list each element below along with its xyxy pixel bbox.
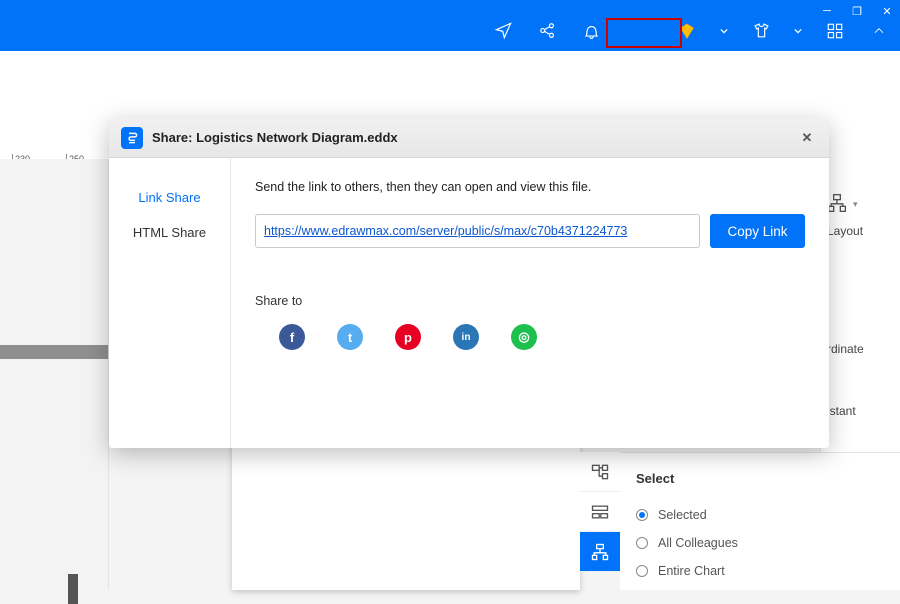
send-icon[interactable] [492, 20, 514, 42]
radio-selected[interactable]: Selected [636, 508, 884, 522]
chevron-up-icon[interactable] [868, 20, 890, 42]
app-logo-icon [121, 127, 143, 149]
modal-title: Share: Logistics Network Diagram.eddx [152, 130, 398, 145]
minimize-button[interactable]: ─ [820, 4, 834, 18]
titlebar: ─ ❐ ✕ [0, 0, 900, 51]
left-sidebar [0, 159, 109, 589]
dock-sitemap-button[interactable] [580, 452, 620, 492]
tab-html-share[interactable]: HTML Share [109, 215, 230, 250]
copy-link-button[interactable]: Copy Link [710, 214, 805, 248]
select-panel-title: Select [636, 471, 884, 486]
titlebar-icons [492, 20, 890, 42]
radio-label: Entire Chart [658, 564, 725, 578]
share-modal: Share: Logistics Network Diagram.eddx ✕ … [109, 118, 829, 448]
sidebar-scrollbar[interactable] [0, 345, 108, 359]
radio-entire-chart[interactable]: Entire Chart [636, 564, 884, 578]
dock-layout-button[interactable] [580, 492, 620, 532]
line-icon[interactable]: ◎ [511, 324, 537, 350]
org-chart-icon[interactable] [827, 193, 847, 216]
modal-instruction: Send the link to others, then they can o… [255, 180, 805, 194]
diamond-icon[interactable] [676, 20, 698, 42]
select-panel: Select Selected All Colleagues Entire Ch… [620, 452, 900, 590]
radio-label: Selected [658, 508, 707, 522]
modal-main: Send the link to others, then they can o… [231, 158, 829, 448]
window-controls: ─ ❐ ✕ [820, 4, 894, 18]
shirt-dropdown-icon[interactable] [794, 20, 802, 42]
twitter-icon[interactable]: t [337, 324, 363, 350]
tool-dock [580, 452, 620, 572]
share-to-label: Share to [255, 294, 805, 308]
apps-icon[interactable] [824, 20, 846, 42]
close-button[interactable]: ✕ [880, 4, 894, 18]
coordinate-label: rdinate [827, 342, 864, 356]
radio-all-colleagues[interactable]: All Colleagues [636, 536, 884, 550]
social-row: f t p in ◎ [255, 324, 805, 350]
tab-link-share[interactable]: Link Share [109, 180, 230, 215]
diamond-dropdown-icon[interactable] [720, 20, 728, 42]
modal-header: Share: Logistics Network Diagram.eddx ✕ [109, 118, 829, 158]
modal-close-button[interactable]: ✕ [797, 128, 817, 148]
assistant-label: istant [827, 404, 856, 418]
shirt-icon[interactable] [750, 20, 772, 42]
modal-body: Link Share HTML Share Send the link to o… [109, 158, 829, 448]
radio-label: All Colleagues [658, 536, 738, 550]
share-link-field[interactable]: https://www.edrawmax.com/server/public/s… [255, 214, 700, 248]
facebook-icon[interactable]: f [279, 324, 305, 350]
layout-label: Layout [827, 224, 863, 238]
linkedin-icon[interactable]: in [453, 324, 479, 350]
bell-icon[interactable] [580, 20, 602, 42]
maximize-button[interactable]: ❐ [850, 4, 864, 18]
modal-sidebar: Link Share HTML Share [109, 158, 231, 448]
pinterest-icon[interactable]: p [395, 324, 421, 350]
sidebar-stub [68, 574, 78, 604]
dock-org-button[interactable] [580, 532, 620, 572]
share-icon[interactable] [536, 20, 558, 42]
